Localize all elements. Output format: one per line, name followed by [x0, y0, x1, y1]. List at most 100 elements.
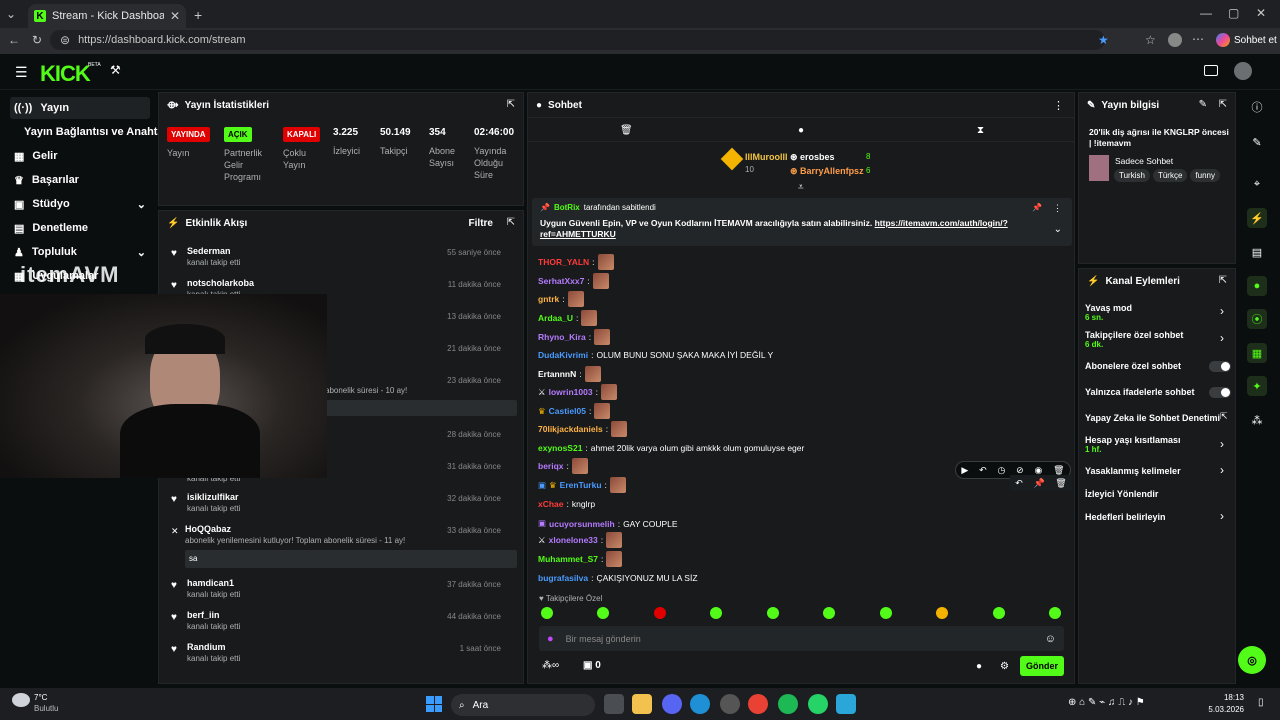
- top-user-3[interactable]: ⊛ BarryAllenfpsz: [790, 166, 864, 177]
- weather-icon[interactable]: [12, 693, 30, 707]
- timeout-icon[interactable]: ◷: [997, 465, 1005, 476]
- tag[interactable]: Turkish: [1114, 169, 1150, 182]
- notepad-icon[interactable]: [836, 694, 856, 714]
- popout-icon[interactable]: ⇱: [507, 99, 515, 110]
- chat-username[interactable]: Muhammet_S7: [538, 554, 598, 564]
- document-icon[interactable]: ▤: [1247, 242, 1267, 262]
- chat-menu-icon[interactable]: ⋮: [1053, 99, 1064, 112]
- sidebar-item-moderation[interactable]: ▤ Denetleme: [10, 217, 150, 239]
- copilot-button[interactable]: Sohbet et: [1216, 33, 1277, 47]
- gear-icon[interactable]: ⚙: [1000, 661, 1009, 672]
- category-name[interactable]: Sadece Sohbet: [1115, 156, 1173, 166]
- chat-message[interactable]: ▣ ucuyorsunmelih: GAY COUPLE: [538, 518, 678, 529]
- chat-message[interactable]: xChae: knglrp: [538, 499, 595, 509]
- chevron-right-icon[interactable]: ›: [1220, 304, 1224, 318]
- minimize-icon[interactable]: —: [1200, 6, 1212, 20]
- action-goals[interactable]: Hedefleri belirleyin: [1085, 512, 1166, 522]
- spotify-icon[interactable]: [778, 694, 798, 714]
- tag[interactable]: Türkçe: [1152, 169, 1188, 182]
- chat-message[interactable]: bugrafasilva: ÇAKIŞIYONUZ MU LA SİZ: [538, 573, 698, 583]
- chat-message[interactable]: exynosS21: ahmet 20lik varya olum gibi am…: [538, 443, 804, 453]
- play-icon[interactable]: ▶: [961, 465, 968, 476]
- taskbar-search[interactable]: ⌕ Ara: [451, 694, 595, 716]
- chat-username[interactable]: ucuyorsunmelih: [549, 519, 615, 529]
- chat-username[interactable]: lowrin1003: [549, 387, 593, 397]
- maximize-icon[interactable]: ▢: [1228, 6, 1239, 20]
- chat-username[interactable]: xlonelone33: [549, 535, 598, 545]
- activity-user[interactable]: notscholarkoba: [187, 278, 254, 288]
- tray-icons[interactable]: ⊕ ⌂ ✎ ⌁ ♫ ⎍ ♪ ⚑: [1068, 697, 1145, 708]
- chat-username[interactable]: DudaKivrimi: [538, 350, 588, 360]
- help-button[interactable]: ◎: [1238, 646, 1266, 674]
- pin-icon[interactable]: 📌: [1033, 478, 1044, 489]
- activity-user[interactable]: Sederman: [187, 246, 231, 256]
- preview-icon[interactable]: [1204, 65, 1218, 76]
- popout-icon[interactable]: ⇱: [1219, 275, 1227, 286]
- notification-icon[interactable]: ▯: [1258, 697, 1264, 708]
- activity-user[interactable]: HoQQabaz: [185, 524, 231, 534]
- popout-icon[interactable]: ⇱: [507, 217, 515, 228]
- emote-shortcut[interactable]: [710, 607, 722, 619]
- activity-user[interactable]: isiklizulfikar: [187, 492, 239, 502]
- chat-username[interactable]: ErtannnN: [538, 369, 576, 379]
- delete-icon[interactable]: 🗑: [1053, 465, 1064, 476]
- action-slow-mode[interactable]: Yavaş mod 6 sn.: [1085, 303, 1132, 322]
- tab-list-icon[interactable]: ⌄: [6, 7, 16, 21]
- mod-icon[interactable]: ◉: [1034, 465, 1042, 476]
- hammer-icon[interactable]: ⚒: [110, 63, 121, 77]
- start-button[interactable]: [426, 696, 442, 712]
- emoji-icon[interactable]: ☺: [1045, 633, 1056, 645]
- sidebar-item-stream[interactable]: ((·)) Yayın: [10, 97, 150, 119]
- chevron-right-icon[interactable]: ›: [1220, 437, 1224, 451]
- top-user-2[interactable]: ⊛ erosbes: [790, 152, 835, 163]
- task-view-icon[interactable]: [604, 694, 624, 714]
- wrench-icon[interactable]: ✦: [1247, 376, 1267, 396]
- emote-shortcut[interactable]: [1049, 607, 1061, 619]
- chat-bubble-icon[interactable]: ●: [976, 661, 982, 672]
- chat-message[interactable]: gntrk:: [538, 291, 584, 307]
- chat-message[interactable]: ♛ Castiel05:: [538, 403, 611, 419]
- community-icon[interactable]: ⁂∞: [542, 660, 559, 671]
- action-followers-only[interactable]: Takipçilere özel sohbet 6 dk.: [1085, 330, 1183, 349]
- chat-message[interactable]: ▣ ♛ ErenTurku:: [538, 477, 626, 493]
- pinned-message[interactable]: 📌 BotRix tarafından sabitlendi Uygun Güven…: [532, 198, 1072, 246]
- chevron-right-icon[interactable]: ›: [1220, 331, 1224, 345]
- action-account-age[interactable]: Hesap yaşı kısıtlaması 1 hf.: [1085, 435, 1181, 454]
- back-icon[interactable]: ←: [8, 33, 20, 47]
- unpin-icon[interactable]: 📌: [1032, 203, 1042, 212]
- emote-shortcut[interactable]: [597, 607, 609, 619]
- action-banned-words[interactable]: Yasaklanmış kelimeler: [1085, 466, 1181, 476]
- hourglass-icon[interactable]: ⧗: [977, 125, 984, 136]
- chat-username[interactable]: SerhatXxx7: [538, 276, 584, 286]
- send-button[interactable]: Gönder: [1020, 656, 1064, 676]
- sidebar-item-stream-key[interactable]: Yayın Bağlantısı ve Anahtarı: [20, 121, 160, 143]
- crosshair-icon[interactable]: ⌖: [1247, 174, 1267, 194]
- top-user-name[interactable]: lllMuroolll: [745, 152, 788, 162]
- chat-message[interactable]: ⚔ xlonelone33:: [538, 532, 623, 548]
- sidebar-item-studio[interactable]: ▣ Stüdyo ⌄: [10, 193, 150, 215]
- chat-message[interactable]: ErtannnN:: [538, 366, 601, 382]
- profile-avatar[interactable]: [1168, 33, 1182, 47]
- new-tab-icon[interactable]: +: [194, 7, 202, 23]
- activity-user[interactable]: hamdican1: [187, 578, 234, 588]
- undo-icon[interactable]: ↶: [1015, 478, 1023, 489]
- chat-username[interactable]: ErenTurku: [560, 480, 602, 490]
- filter-button[interactable]: Filtre: [469, 218, 493, 229]
- emote-only-toggle[interactable]: [1209, 387, 1231, 398]
- chat-message[interactable]: beriqx:: [538, 458, 588, 474]
- chrome-icon[interactable]: [748, 694, 768, 714]
- chat-username[interactable]: 70likjackdaniels: [538, 424, 603, 434]
- chat-message[interactable]: Ardaa_U:: [538, 310, 598, 326]
- chat-username[interactable]: Rhyno_Kira: [538, 332, 586, 342]
- chat-message[interactable]: 70likjackdaniels:: [538, 421, 628, 437]
- ban-icon[interactable]: ⊘: [1016, 465, 1024, 476]
- emote-shortcut[interactable]: [541, 607, 553, 619]
- emote-shortcut[interactable]: [654, 607, 666, 619]
- emote-shortcut[interactable]: [936, 607, 948, 619]
- chat-message[interactable]: THOR_YALN:: [538, 254, 614, 270]
- chat-message[interactable]: DudaKivrimi: OLUM BUNU SONU ŞAKA MAKA İYİ…: [538, 350, 773, 360]
- chat-username[interactable]: bugrafasilva: [538, 573, 588, 583]
- external-link-icon[interactable]: ⇱: [1220, 411, 1228, 422]
- close-window-icon[interactable]: ✕: [1256, 6, 1266, 20]
- chat-username[interactable]: beriqx: [538, 461, 564, 471]
